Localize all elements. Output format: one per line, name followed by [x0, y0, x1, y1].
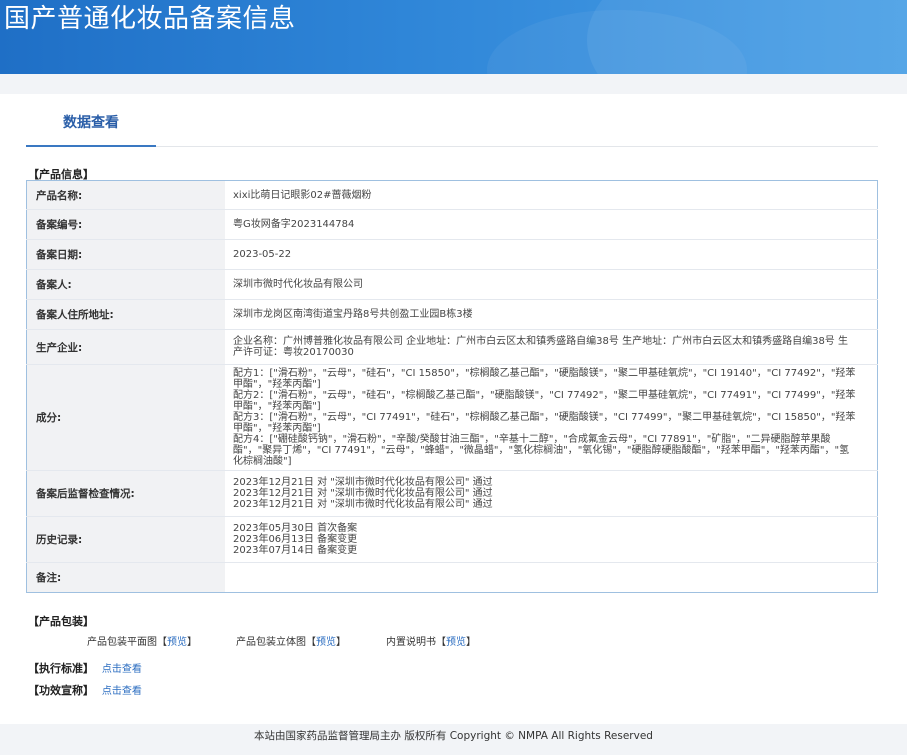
- preview-link[interactable]: 预览: [167, 637, 187, 648]
- ingredients-line: 甲酯"，"羟苯丙酯"]: [233, 379, 321, 390]
- inspection-value: 2023年12月21日 对 "深圳市微时代化妆品有限公司" 通过 2023年12…: [225, 470, 878, 517]
- standard-row: 【执行标准】 点击查看: [28, 660, 142, 676]
- table-row: 成分: 配方1：["滑石粉"，"云母"，"硅石"，"CI 15850"，"棕榈酸…: [26, 364, 878, 471]
- manufacturer-label: 生产企业:: [26, 329, 225, 365]
- header-banner: 国产普通化妆品备案信息: [0, 0, 907, 74]
- main-panel: 数据查看 【产品信息】 产品名称: xixi比萌日记眼影02#蔷薇烟粉 备案编号…: [0, 94, 907, 724]
- standard-view-link[interactable]: 点击查看: [102, 664, 142, 675]
- product-info-table: 产品名称: xixi比萌日记眼影02#蔷薇烟粉 备案编号: 粤G妆网备字2023…: [26, 180, 878, 593]
- table-row: 生产企业: 企业名称：广州博普雅化妆品有限公司 企业地址：广州市白云区太和镇秀盛…: [26, 329, 878, 365]
- inspection-label: 备案后监督检查情况:: [26, 470, 225, 517]
- preview-link[interactable]: 预览: [316, 637, 336, 648]
- record-no-value: 粤G妆网备字2023144784: [225, 209, 878, 240]
- packaging-item-label: 产品包装立体图: [236, 637, 306, 648]
- remarks-value: [225, 562, 878, 593]
- inspection-line: 2023年12月21日 对 "深圳市微时代化妆品有限公司" 通过: [233, 499, 493, 510]
- ingredients-value: 配方1：["滑石粉"，"云母"，"硅石"，"CI 15850"，"棕榈酸乙基己酯…: [225, 364, 878, 471]
- table-row: 历史记录: 2023年05月30日 首次备案 2023年06月13日 备案变更 …: [26, 516, 878, 563]
- ingredients-line: 甲酯"，"羟苯丙酯"]: [233, 401, 321, 412]
- efficacy-row: 【功效宣称】 点击查看: [28, 682, 142, 698]
- packaging-item: 内置说明书【预览】: [386, 637, 476, 648]
- preview-link[interactable]: 预览: [446, 637, 466, 648]
- manufacturer-line: 企业名称：广州博普雅化妆品有限公司 企业地址：广州市白云区太和镇秀盛路自编38号…: [233, 336, 848, 347]
- packaging-item: 产品包装平面图【预览】: [87, 637, 197, 648]
- footer-copyright: 本站由国家药品监督管理局主办 版权所有 Copyright © NMPA All…: [254, 730, 653, 742]
- efficacy-view-link[interactable]: 点击查看: [102, 686, 142, 697]
- ingredients-line: 配方2：["滑石粉"，"云母"，"硅石"，"棕榈酸乙基己酯"，"硬脂酸镁"，"C…: [233, 390, 856, 401]
- registrant-address-label: 备案人住所地址:: [26, 299, 225, 330]
- table-row: 产品名称: xixi比萌日记眼影02#蔷薇烟粉: [26, 180, 878, 210]
- history-line: 2023年05月30日 首次备案: [233, 523, 358, 534]
- history-line: 2023年06月13日 备案变更: [233, 534, 358, 545]
- standard-title: 【执行标准】: [28, 662, 94, 675]
- ingredients-line: 配方1：["滑石粉"，"云母"，"硅石"，"CI 15850"，"棕榈酸乙基己酯…: [233, 368, 856, 379]
- table-row: 备案后监督检查情况: 2023年12月21日 对 "深圳市微时代化妆品有限公司"…: [26, 470, 878, 517]
- history-line: 2023年07月14日 备案变更: [233, 545, 358, 556]
- packaging-item-label: 内置说明书: [386, 637, 436, 648]
- table-row: 备案人: 深圳市微时代化妆品有限公司: [26, 269, 878, 300]
- table-row: 备案人住所地址: 深圳市龙岗区南湾街道宝丹路8号共创盈工业园B栋3楼: [26, 299, 878, 330]
- registrant-label: 备案人:: [26, 269, 225, 300]
- page-title: 国产普通化妆品备案信息: [4, 4, 296, 34]
- manufacturer-value: 企业名称：广州博普雅化妆品有限公司 企业地址：广州市白云区太和镇秀盛路自编38号…: [225, 329, 878, 365]
- remarks-label: 备注:: [26, 562, 225, 593]
- table-row: 备注:: [26, 562, 878, 593]
- record-date-value: 2023-05-22: [225, 239, 878, 270]
- inspection-line: 2023年12月21日 对 "深圳市微时代化妆品有限公司" 通过: [233, 477, 493, 488]
- tab-bar: 数据查看: [26, 104, 878, 147]
- packaging-item: 产品包装立体图【预览】: [236, 637, 346, 648]
- ingredients-line: 化棕榈油酸"]: [233, 456, 292, 467]
- record-no-label: 备案编号:: [26, 209, 225, 240]
- history-label: 历史记录:: [26, 516, 225, 563]
- product-name-label: 产品名称:: [26, 180, 225, 210]
- packaging-item-label: 产品包装平面图: [87, 637, 157, 648]
- ingredients-line: 酯"，"聚异丁烯"，"CI 77491"，"云母"，"蜂蜡"，"微晶蜡"，"氢化…: [233, 445, 850, 456]
- product-name-value: xixi比萌日记眼影02#蔷薇烟粉: [233, 189, 372, 201]
- record-date-label: 备案日期:: [26, 239, 225, 270]
- table-row: 备案编号: 粤G妆网备字2023144784: [26, 209, 878, 240]
- history-value: 2023年05月30日 首次备案 2023年06月13日 备案变更 2023年0…: [225, 516, 878, 563]
- ingredients-label: 成分:: [26, 364, 225, 471]
- ingredients-line: 配方4：["硼硅酸钙钠"，"滑石粉"，"辛酸/癸酸甘油三酯"，"辛基十二醇"，"…: [233, 434, 831, 445]
- ingredients-line: 配方3：["滑石粉"，"云母"，"CI 77491"，"硅石"，"棕榈酸乙基己酯…: [233, 412, 856, 423]
- ingredients-line: 甲酯"，"羟苯丙酯"]: [233, 423, 321, 434]
- efficacy-title: 【功效宣称】: [28, 684, 94, 697]
- registrant-address-value: 深圳市龙岗区南湾街道宝丹路8号共创盈工业园B栋3楼: [225, 299, 878, 330]
- registrant-value: 深圳市微时代化妆品有限公司: [225, 269, 878, 300]
- inspection-line: 2023年12月21日 对 "深圳市微时代化妆品有限公司" 通过: [233, 488, 493, 499]
- packaging-title: 【产品包装】: [28, 615, 94, 628]
- table-row: 备案日期: 2023-05-22: [26, 239, 878, 270]
- manufacturer-line: 产许可证：粤妆20170030: [233, 347, 354, 358]
- tab-data-view[interactable]: 数据查看: [26, 104, 156, 147]
